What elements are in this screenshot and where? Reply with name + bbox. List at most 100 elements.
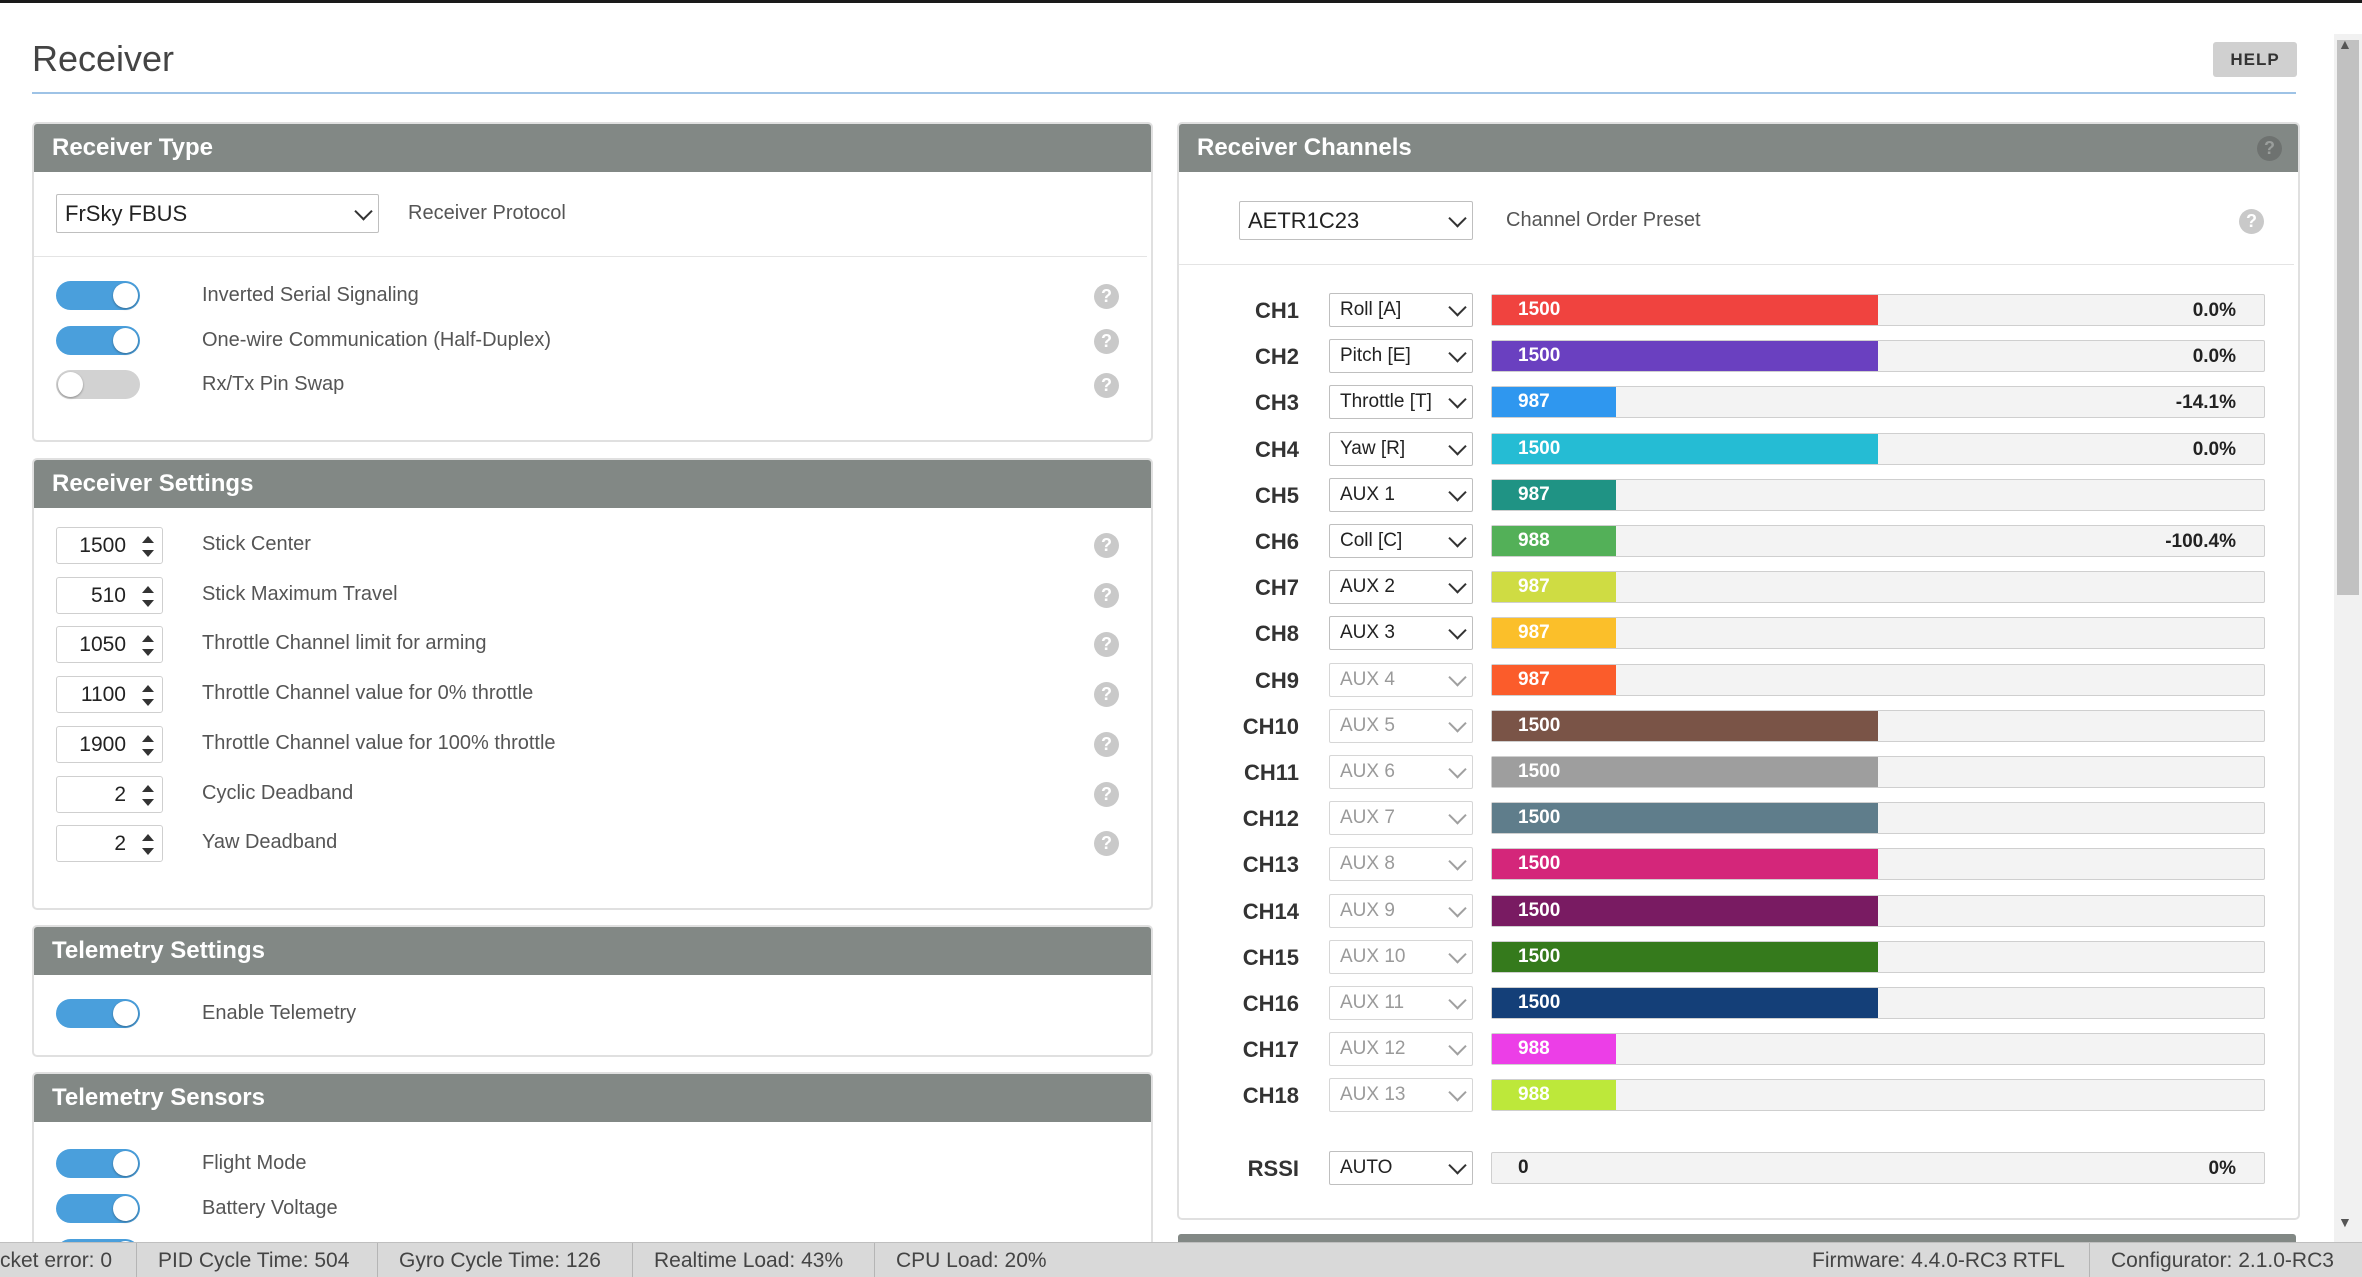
channel-assignment-select[interactable]: AUX 10 xyxy=(1329,939,1473,974)
chevron-down-icon xyxy=(1448,898,1467,918)
channel-assignment-select[interactable]: AUX 2 xyxy=(1329,570,1473,605)
help-icon[interactable]: ? xyxy=(1094,682,1119,708)
number-input[interactable]: 1500 xyxy=(56,527,163,564)
chevron-down-icon xyxy=(1448,945,1467,964)
increment-icon[interactable] xyxy=(142,635,154,643)
channel-percent: 0.0% xyxy=(2192,300,2236,321)
channel-assignment-value: AUX 10 xyxy=(1340,945,1406,967)
help-icon[interactable]: ? xyxy=(1094,582,1119,608)
channel-assignment-select[interactable]: Yaw [R] xyxy=(1329,431,1473,466)
channel-assignment-select[interactable]: AUX 4 xyxy=(1329,662,1473,697)
status-divider xyxy=(136,1243,137,1277)
channel-assignment-select[interactable]: AUX 11 xyxy=(1329,986,1473,1020)
decrement-icon[interactable] xyxy=(142,599,154,607)
telemetry-settings-panel: Telemetry Settings Enable Telemetry xyxy=(32,925,1153,1057)
pin-swap-toggle[interactable] xyxy=(56,370,140,399)
cpu-load-status: CPU Load: 20% xyxy=(896,1249,1047,1272)
channel-assignment-select[interactable]: AUX 12 xyxy=(1329,1032,1473,1067)
section-divider xyxy=(1179,264,2294,265)
channel-assignment-select[interactable]: Pitch [E] xyxy=(1329,339,1473,374)
channel-bar: 1500 0.0% xyxy=(1491,432,2265,465)
channel-bar-fill xyxy=(1492,387,1616,418)
channel-assignment-select[interactable]: AUX 1 xyxy=(1329,477,1473,512)
number-input[interactable]: 1100 xyxy=(56,676,163,714)
decrement-icon[interactable] xyxy=(142,699,154,707)
help-icon[interactable]: ? xyxy=(1094,533,1119,558)
help-icon[interactable]: ? xyxy=(1094,731,1119,757)
rssi-source-select[interactable]: AUTO xyxy=(1329,1151,1473,1185)
channel-name: CH18 xyxy=(1242,1083,1299,1109)
number-input[interactable]: 1050 xyxy=(56,626,163,664)
channel-bar: 987 xyxy=(1491,478,2265,511)
number-input[interactable]: 510 xyxy=(56,576,163,614)
help-icon[interactable]: ? xyxy=(1094,781,1119,807)
decrement-icon[interactable] xyxy=(142,748,154,756)
channel-name: CH8 xyxy=(1254,621,1299,647)
channel-assignment-value: AUX 8 xyxy=(1340,853,1395,875)
channel-bar: 987 xyxy=(1491,571,2265,604)
number-input[interactable]: 1900 xyxy=(56,725,163,763)
channel-bar-fill xyxy=(1492,1034,1616,1065)
decrement-icon[interactable] xyxy=(142,649,154,657)
channel-bar-fill xyxy=(1492,526,1616,556)
channel-value: 987 xyxy=(1518,391,1550,413)
help-icon[interactable]: ? xyxy=(1094,284,1119,309)
enable-telemetry-toggle[interactable] xyxy=(56,999,140,1028)
help-icon[interactable]: ? xyxy=(2239,209,2264,234)
increment-icon[interactable] xyxy=(142,536,154,543)
scrollbar-thumb[interactable] xyxy=(2337,40,2359,595)
channel-assignment-select[interactable]: AUX 13 xyxy=(1329,1078,1473,1113)
receiver-protocol-select[interactable]: FrSky FBUS xyxy=(56,194,379,233)
number-input[interactable]: 2 xyxy=(56,825,163,863)
status-divider xyxy=(377,1243,378,1277)
help-icon[interactable]: ? xyxy=(1094,373,1119,398)
increment-icon[interactable] xyxy=(142,784,154,792)
flight-mode-toggle[interactable] xyxy=(56,1149,140,1178)
help-icon[interactable]: ? xyxy=(1094,632,1119,658)
channel-assignment-select[interactable]: AUX 5 xyxy=(1329,708,1473,743)
channel-assignment-select[interactable]: AUX 6 xyxy=(1329,755,1473,789)
increment-icon[interactable] xyxy=(142,734,154,742)
scroll-down-icon[interactable]: ▼ xyxy=(2338,1214,2352,1230)
one-wire-toggle[interactable] xyxy=(56,326,140,355)
channel-assignment-value: AUX 13 xyxy=(1340,1084,1406,1106)
channel-value: 1500 xyxy=(1518,437,1561,459)
inverted-serial-label: Inverted Serial Signaling xyxy=(202,284,419,306)
increment-icon[interactable] xyxy=(142,585,154,593)
channel-order-select[interactable]: AETR1C23 xyxy=(1239,201,1473,240)
increment-icon[interactable] xyxy=(142,834,154,842)
decrement-icon[interactable] xyxy=(142,798,154,806)
channel-assignment-select[interactable]: Roll [A] xyxy=(1329,293,1473,327)
channel-value: 987 xyxy=(1518,483,1550,505)
channel-assignment-select[interactable]: AUX 8 xyxy=(1329,847,1473,882)
help-button[interactable]: HELP xyxy=(2213,42,2297,77)
setting-label: Throttle Channel value for 100% throttle xyxy=(202,731,556,754)
help-icon[interactable]: ? xyxy=(2257,136,2282,161)
battery-voltage-toggle[interactable] xyxy=(56,1194,140,1223)
number-input[interactable]: 2 xyxy=(56,775,163,813)
channel-bar: 987 -14.1% xyxy=(1491,386,2265,419)
help-icon[interactable]: ? xyxy=(1094,831,1119,857)
channel-assignment-select[interactable]: Throttle [T] xyxy=(1329,385,1473,420)
number-input-value: 2 xyxy=(114,782,126,806)
status-bar: cket error: 0 PID Cycle Time: 504 Gyro C… xyxy=(0,1242,2362,1277)
channel-value: 1500 xyxy=(1518,345,1561,367)
channel-name: CH2 xyxy=(1254,344,1299,370)
rssi-label: RSSI xyxy=(1247,1156,1299,1181)
pid-cycle-status: PID Cycle Time: 504 xyxy=(158,1249,350,1272)
channel-assignment-select[interactable]: AUX 9 xyxy=(1329,893,1473,928)
inverted-serial-toggle[interactable] xyxy=(56,281,140,310)
channel-bar-fill xyxy=(1492,572,1616,603)
channel-assignment-select[interactable]: AUX 3 xyxy=(1329,616,1473,651)
decrement-icon[interactable] xyxy=(142,550,154,557)
help-icon[interactable]: ? xyxy=(1094,329,1119,354)
channel-assignment-select[interactable]: AUX 7 xyxy=(1329,801,1473,836)
receiver-settings-panel: Receiver Settings 1500 Stick Center? 510 St… xyxy=(32,458,1153,910)
increment-icon[interactable] xyxy=(142,685,154,693)
channel-assignment-select[interactable]: Coll [C] xyxy=(1329,524,1473,558)
channel-value: 1500 xyxy=(1518,714,1561,736)
decrement-icon[interactable] xyxy=(142,848,154,856)
channel-name: CH9 xyxy=(1254,667,1299,693)
scroll-up-icon[interactable]: ▲ xyxy=(2338,36,2352,52)
channel-bar: 987 xyxy=(1491,663,2265,696)
